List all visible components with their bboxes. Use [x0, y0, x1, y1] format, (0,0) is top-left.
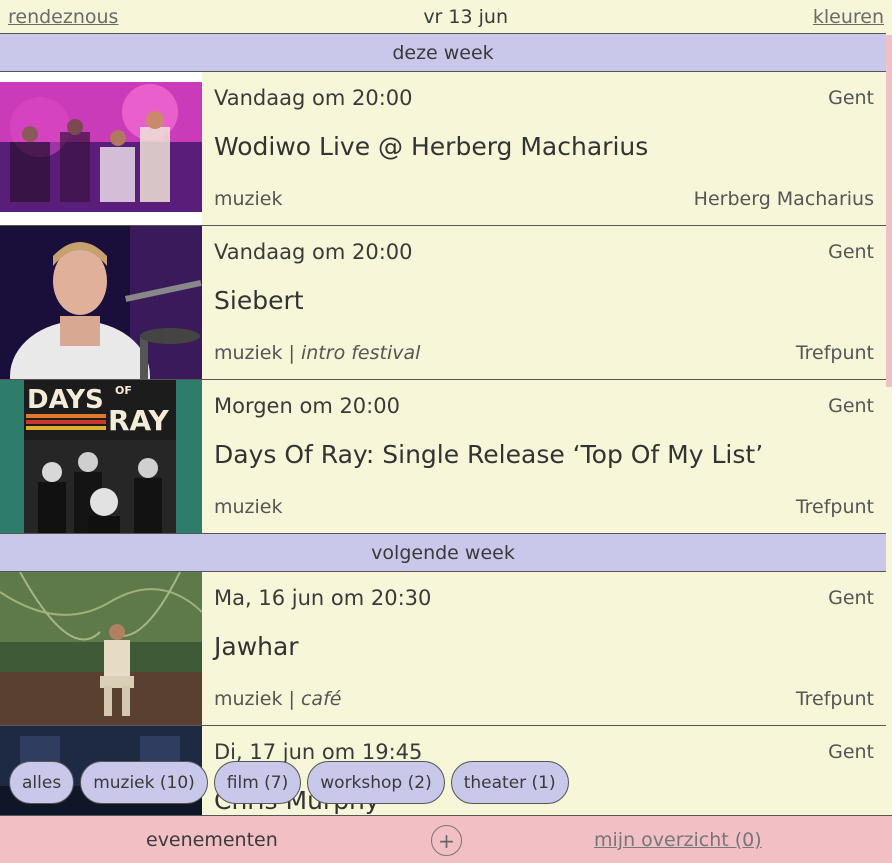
- event-city: Gent: [828, 87, 874, 109]
- event-title[interactable]: Jawhar: [214, 632, 299, 661]
- kleuren-link[interactable]: kleuren: [813, 6, 884, 28]
- events-tab[interactable]: evenementen: [146, 829, 278, 851]
- event-category-label: muziek: [214, 496, 283, 518]
- poster-text-days: DAYS: [27, 385, 104, 415]
- category-filters: alles muziek (10) film (7) workshop (2) …: [9, 761, 569, 804]
- event-card[interactable]: DAYS OF RAY Morgen om 20:00 Gent Days Of…: [0, 380, 886, 534]
- event-category: muziek: [214, 496, 283, 518]
- scrollbar-thumb[interactable]: [886, 35, 892, 387]
- filter-muziek[interactable]: muziek (10): [80, 761, 208, 804]
- event-venue: Trefpunt: [795, 342, 874, 364]
- event-image: [0, 572, 202, 725]
- event-city: Gent: [828, 741, 874, 763]
- section-header-this-week: deze week: [0, 34, 886, 72]
- event-title[interactable]: Siebert: [214, 286, 304, 315]
- event-title[interactable]: Wodiwo Live @ Herberg Macharius: [214, 132, 648, 161]
- poster-text-of: OF: [115, 384, 132, 397]
- event-venue: Trefpunt: [795, 688, 874, 710]
- event-list[interactable]: deze week Vandaag om 20:00 Gent Wodiwo L…: [0, 33, 886, 815]
- event-category-label: muziek: [214, 688, 283, 710]
- event-category-label: muziek: [214, 342, 283, 364]
- event-datetime: Vandaag om 20:00: [214, 86, 413, 110]
- event-image: DAYS OF RAY: [0, 380, 202, 533]
- event-venue: Trefpunt: [795, 496, 874, 518]
- event-category-label: muziek: [214, 188, 283, 210]
- event-datetime: Morgen om 20:00: [214, 394, 400, 418]
- event-datetime: Vandaag om 20:00: [214, 240, 413, 264]
- event-subcategory: intro festival: [300, 342, 421, 364]
- event-image: [0, 226, 202, 379]
- event-city: Gent: [828, 587, 874, 609]
- event-card[interactable]: Vandaag om 20:00 Gent Siebert muziek | i…: [0, 226, 886, 380]
- section-header-next-week: volgende week: [0, 534, 886, 572]
- filter-theater[interactable]: theater (1): [450, 761, 569, 804]
- filter-workshop[interactable]: workshop (2): [307, 761, 445, 804]
- event-datetime: Ma, 16 jun om 20:30: [214, 586, 432, 610]
- event-category: muziek: [214, 188, 283, 210]
- rendeznous-link[interactable]: rendeznous: [8, 6, 118, 28]
- top-bar: rendeznous vr 13 jun kleuren: [0, 0, 892, 33]
- current-date: vr 13 jun: [423, 5, 508, 28]
- my-overview-link[interactable]: mijn overzicht (0): [594, 829, 762, 851]
- event-city: Gent: [828, 241, 874, 263]
- filter-alles[interactable]: alles: [9, 761, 75, 804]
- event-card[interactable]: Ma, 16 jun om 20:30 Gent Jawhar muziek |…: [0, 572, 886, 726]
- event-image: [0, 72, 202, 225]
- event-title[interactable]: Days Of Ray: Single Release ‘Top Of My L…: [214, 440, 763, 469]
- filter-film[interactable]: film (7): [213, 761, 302, 804]
- event-category: muziek | intro festival: [214, 342, 421, 364]
- event-category: muziek | café: [214, 688, 342, 710]
- event-venue: Herberg Macharius: [693, 188, 874, 210]
- event-subcategory: café: [300, 688, 342, 710]
- event-card[interactable]: Vandaag om 20:00 Gent Wodiwo Live @ Herb…: [0, 72, 886, 226]
- event-city: Gent: [828, 395, 874, 417]
- poster-text-ray: RAY: [108, 404, 170, 437]
- bottom-bar: evenementen + mijn overzicht (0): [0, 815, 892, 863]
- add-button[interactable]: +: [431, 825, 462, 856]
